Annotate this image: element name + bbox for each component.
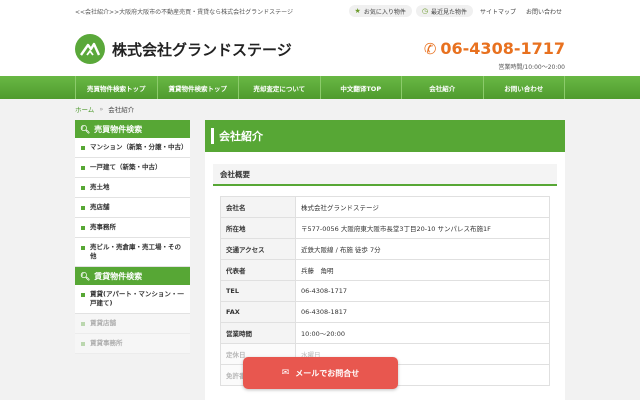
search-icon: 🔍︎: [80, 271, 91, 281]
logo-mark-icon: [80, 42, 101, 56]
table-row: 所在地 〒577-0056 大阪府東大阪市長堂3丁目20-10 サンパレス布施1F: [220, 217, 550, 239]
mail-contact-button[interactable]: ✉ メールでお問合せ: [243, 357, 398, 389]
favorites-button[interactable]: ★ お気に入り物件: [348, 5, 412, 17]
site-header: 株式会社グランドステージ ✆ 06-4308-1717 営業時間/10:00～20…: [0, 22, 640, 76]
sidebar-item-house[interactable]: 一戸建て（新築・中古）: [75, 158, 190, 178]
sidebar-item-rent-residential[interactable]: 賃貸(アパート・マンション・一戸建て): [75, 285, 190, 314]
site-tagline: <<会社紹介>>大阪府大阪市の不動産売買・賃貸なら株式会社グランドステージ: [75, 9, 293, 16]
company-logo[interactable]: [75, 34, 105, 64]
sidebar-item-office[interactable]: 売事務所: [75, 218, 190, 238]
contact-link[interactable]: お問い合わせ: [523, 7, 565, 16]
nav-buy-search[interactable]: 売買物件検索トップ: [75, 76, 158, 99]
section-title: 会社概要: [213, 164, 557, 186]
history-icon: ◷: [421, 7, 428, 15]
nav-contact[interactable]: お問い合わせ: [484, 76, 565, 99]
nav-chinese[interactable]: 中文翻译TOP: [321, 76, 402, 99]
sitemap-link[interactable]: サイトマップ: [477, 7, 519, 16]
business-hours: 営業時間/10:00～20:00: [498, 64, 565, 71]
recent-viewed-button[interactable]: ◷ 最近見た物件: [415, 5, 473, 17]
nav-company[interactable]: 会社紹介: [402, 76, 484, 99]
sidebar-item-mansion[interactable]: マンション（新築・分譲・中古）: [75, 138, 190, 158]
company-name[interactable]: 株式会社グランドステージ: [112, 39, 292, 60]
sidebar-item-building[interactable]: 売ビル・売倉庫・売工場・その他: [75, 238, 190, 267]
table-row: 営業時間 10:00～20:00: [220, 322, 550, 344]
top-utility-bar: <<会社紹介>>大阪府大阪市の不動産売買・賃貸なら株式会社グランドステージ ★ お…: [0, 0, 640, 22]
sidebar-buy-heading: 🔍︎ 売買物件検索: [75, 120, 190, 138]
table-row: 交通アクセス 近鉄大阪線 / 布施 徒歩 7分: [220, 238, 550, 260]
table-row: TEL 06-4308-1717: [220, 280, 550, 302]
table-row: FAX 06-4308-1817: [220, 301, 550, 323]
star-icon: ★: [354, 7, 361, 15]
breadcrumb-current: 会社紹介: [108, 106, 135, 114]
utility-links: ★ お気に入り物件 ◷ 最近見た物件 サイトマップ お問い合わせ: [348, 5, 565, 17]
sidebar-item-land[interactable]: 売土地: [75, 178, 190, 198]
global-nav: 売買物件検索トップ 賃貸物件検索トップ 売却査定について 中文翻译TOP 会社紹…: [0, 76, 640, 99]
search-icon: 🔍︎: [80, 124, 91, 134]
nav-sale-appraisal[interactable]: 売却査定について: [239, 76, 321, 99]
table-row: 代表者 兵藤 角明: [220, 259, 550, 281]
breadcrumb-home[interactable]: ホーム: [75, 104, 94, 114]
table-row: 会社名 株式会社グランドステージ: [220, 196, 550, 218]
page-title: 会社紹介: [205, 120, 565, 152]
phone-icon: ✆: [423, 39, 437, 58]
sidebar-item-rent-office[interactable]: 賃貸事務所: [75, 334, 190, 354]
breadcrumb: ホーム » 会社紹介: [75, 104, 134, 114]
phone-number[interactable]: ✆ 06-4308-1717: [424, 39, 565, 58]
breadcrumb-separator: »: [99, 105, 104, 113]
sidebar: 🔍︎ 売買物件検索 マンション（新築・分譲・中古） 一戸建て（新築・中古） 売土地…: [75, 120, 190, 400]
sidebar-item-shop[interactable]: 売店舗: [75, 198, 190, 218]
nav-rent-search[interactable]: 賃貸物件検索トップ: [158, 76, 239, 99]
mail-icon: ✉: [281, 368, 290, 378]
sidebar-rent-heading: 🔍︎ 賃貸物件検索: [75, 267, 190, 285]
sidebar-item-rent-shop[interactable]: 賃貸店舗: [75, 314, 190, 334]
